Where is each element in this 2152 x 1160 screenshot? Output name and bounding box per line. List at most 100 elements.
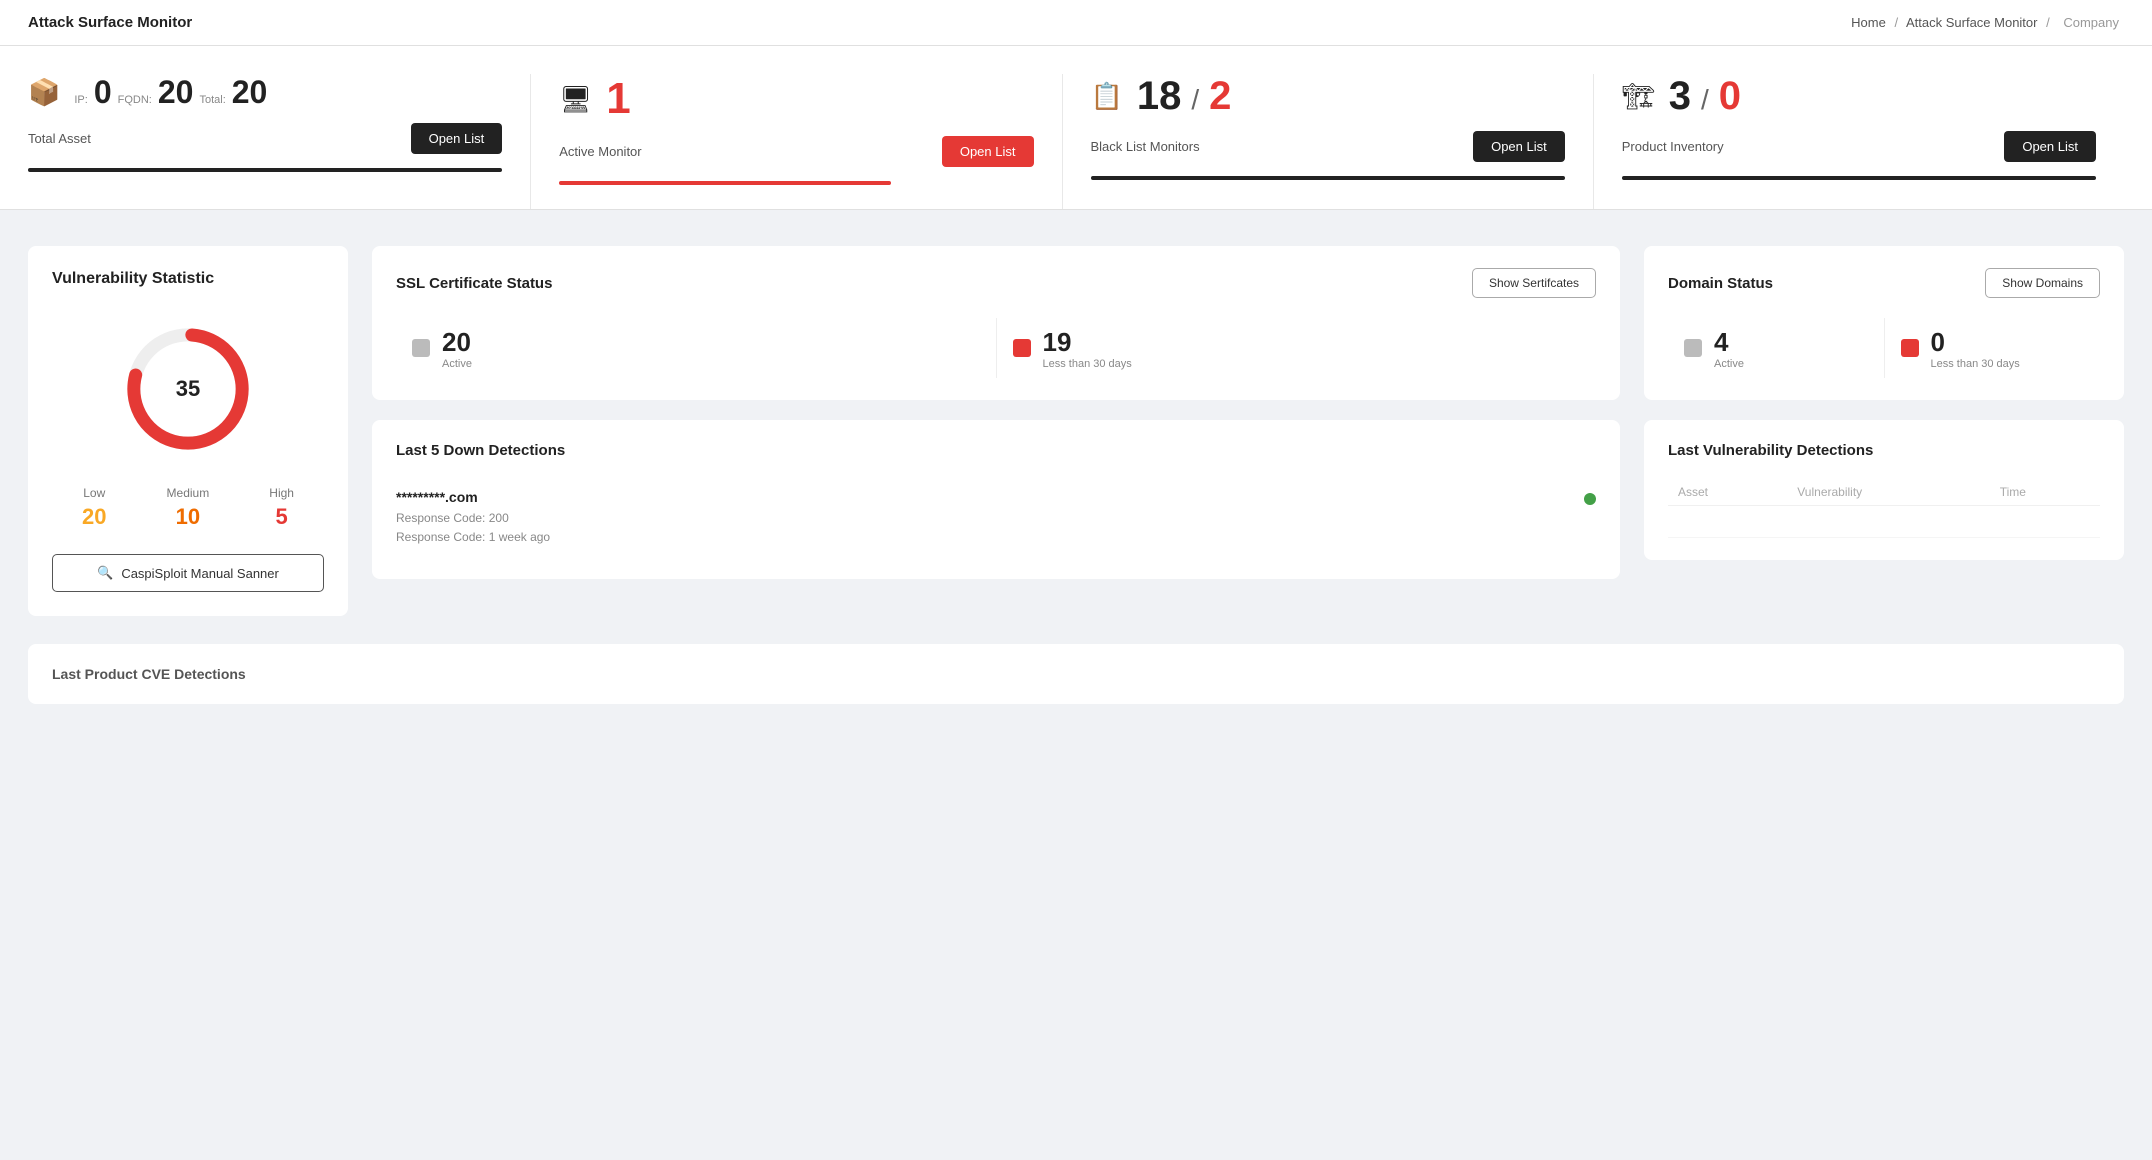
vuln-high: High 5	[269, 486, 294, 530]
detection-status-dot	[1584, 493, 1596, 505]
breadcrumb-monitor[interactable]: Attack Surface Monitor	[1906, 15, 2038, 30]
donut-label: 35	[176, 376, 200, 402]
summary-cards-section: 📦 IP: 0 FQDN: 20 Total: 20 Total Asset O…	[0, 46, 2152, 210]
total-value: 20	[232, 74, 268, 111]
ssl-active-value: 20	[442, 327, 472, 358]
donut-container: 35	[52, 324, 324, 454]
ssl-expiring-dot	[1013, 339, 1031, 357]
blacklist-bar	[1091, 176, 1565, 180]
vuln-high-label: High	[269, 486, 294, 500]
domain-status-card: Domain Status Show Domains 4 Active 0 L	[1644, 246, 2124, 400]
main-content: Vulnerability Statistic 35 Low 20 Medium…	[0, 218, 2152, 644]
vuln-low: Low 20	[82, 486, 106, 530]
blacklist-value2: 2	[1209, 74, 1231, 119]
vuln-low-value: 20	[82, 504, 106, 530]
detection-domain: *********.com	[396, 489, 550, 505]
blacklist-icon: 📋	[1091, 81, 1123, 112]
detection-item: *********.com Response Code: 200 Respons…	[396, 479, 1596, 557]
ip-label: IP:	[74, 94, 87, 106]
active-monitor-icon: 🖥	[559, 84, 592, 115]
ssl-expiring-label: Less than 30 days	[1043, 358, 1132, 370]
breadcrumb-home[interactable]: Home	[1851, 15, 1886, 30]
vuln-stats: Low 20 Medium 10 High 5	[52, 486, 324, 530]
ip-value: 0	[94, 74, 112, 111]
total-asset-icon: 📦	[28, 77, 60, 108]
total-asset-bar	[28, 168, 502, 172]
down-detections-header: Last 5 Down Detections	[396, 442, 1596, 459]
ssl-certificate-card: SSL Certificate Status Show Sertifcates …	[372, 246, 1620, 400]
detection-response: Response Code: 200	[396, 509, 550, 528]
donut-chart: 35	[123, 324, 253, 454]
product-value1: 3	[1669, 74, 1691, 119]
blacklist-value1: 18	[1137, 74, 1182, 119]
blacklist-open-button[interactable]: Open List	[1473, 131, 1565, 162]
blacklist-monitor-card: 📋 18 / 2 Black List Monitors Open List	[1091, 74, 1594, 209]
table-row	[1668, 506, 2100, 538]
detection-list: *********.com Response Code: 200 Respons…	[396, 479, 1596, 557]
vuln-medium-value: 10	[167, 504, 210, 530]
down-detections-card: Last 5 Down Detections *********.com Res…	[372, 420, 1620, 579]
domain-active-value: 4	[1714, 327, 1744, 358]
product-inventory-card: 🏗 3 / 0 Product Inventory Open List	[1622, 74, 2124, 209]
vuln-medium-label: Medium	[167, 486, 210, 500]
show-certificates-button[interactable]: Show Sertifcates	[1472, 268, 1596, 298]
bottom-section: Last Product CVE Detections	[28, 644, 2124, 704]
product-label: Product Inventory	[1622, 139, 1724, 154]
last-vuln-title: Last Vulnerability Detections	[1668, 442, 1873, 459]
breadcrumb-current: Company	[2063, 15, 2119, 30]
ssl-expiring: 19 Less than 30 days	[997, 319, 1597, 378]
last-vuln-header: Last Vulnerability Detections	[1668, 442, 2100, 459]
domain-active: 4 Active	[1668, 319, 1884, 378]
product-open-button[interactable]: Open List	[2004, 131, 2096, 162]
top-bar: Attack Surface Monitor Home / Attack Sur…	[0, 0, 2152, 46]
col-vulnerability: Vulnerability	[1787, 479, 1989, 506]
active-monitor-label: Active Monitor	[559, 144, 641, 159]
ssl-title: SSL Certificate Status	[396, 275, 552, 292]
active-monitor-open-button[interactable]: Open List	[942, 136, 1034, 167]
total-label: Total:	[199, 94, 225, 106]
col-asset: Asset	[1668, 479, 1787, 506]
product-bar	[1622, 176, 2096, 180]
bottom-title: Last Product CVE Detections	[52, 666, 2100, 682]
total-asset-card: 📦 IP: 0 FQDN: 20 Total: 20 Total Asset O…	[28, 74, 531, 209]
show-domains-button[interactable]: Show Domains	[1985, 268, 2100, 298]
blacklist-label: Black List Monitors	[1091, 139, 1200, 154]
breadcrumb: Home / Attack Surface Monitor / Company	[1851, 15, 2124, 30]
total-asset-label: Total Asset	[28, 131, 91, 146]
down-detections-title: Last 5 Down Detections	[396, 442, 565, 459]
last-vuln-card: Last Vulnerability Detections Asset Vuln…	[1644, 420, 2124, 560]
domain-expiring-label: Less than 30 days	[1931, 358, 2020, 370]
scanner-button[interactable]: 🔍 CaspiSploit Manual Sanner	[52, 554, 324, 592]
fqdn-value: 20	[158, 74, 194, 111]
middle-column: SSL Certificate Status Show Sertifcates …	[372, 246, 1620, 616]
domain-expiring-dot	[1901, 339, 1919, 357]
domain-header: Domain Status Show Domains	[1668, 268, 2100, 298]
total-asset-open-button[interactable]: Open List	[411, 123, 503, 154]
app-title: Attack Surface Monitor	[28, 14, 192, 31]
scanner-label: CaspiSploit Manual Sanner	[121, 566, 279, 581]
domain-expiring: 0 Less than 30 days	[1885, 319, 2101, 378]
active-monitor-bar	[559, 181, 891, 185]
domain-title: Domain Status	[1668, 275, 1773, 292]
search-icon: 🔍	[97, 565, 113, 581]
ssl-active-label: Active	[442, 358, 472, 370]
col-time: Time	[1990, 479, 2100, 506]
active-monitor-value: 1	[606, 74, 630, 124]
domain-active-label: Active	[1714, 358, 1744, 370]
ssl-stats: 20 Active 19 Less than 30 days	[396, 318, 1596, 378]
domain-stats: 4 Active 0 Less than 30 days	[1668, 318, 2100, 378]
ssl-active-dot	[412, 339, 430, 357]
ssl-expiring-value: 19	[1043, 327, 1132, 358]
domain-active-dot	[1684, 339, 1702, 357]
fqdn-label: FQDN:	[118, 94, 152, 106]
vuln-low-label: Low	[82, 486, 106, 500]
domain-expiring-value: 0	[1931, 327, 2020, 358]
active-monitor-card: 🖥 1 Active Monitor Open List	[559, 74, 1062, 209]
detection-info: *********.com Response Code: 200 Respons…	[396, 489, 550, 547]
vuln-high-value: 5	[269, 504, 294, 530]
ssl-header: SSL Certificate Status Show Sertifcates	[396, 268, 1596, 298]
vuln-table: Asset Vulnerability Time	[1668, 479, 2100, 538]
product-icon: 🏗	[1622, 81, 1655, 112]
vuln-title: Vulnerability Statistic	[52, 270, 324, 288]
vuln-medium: Medium 10	[167, 486, 210, 530]
